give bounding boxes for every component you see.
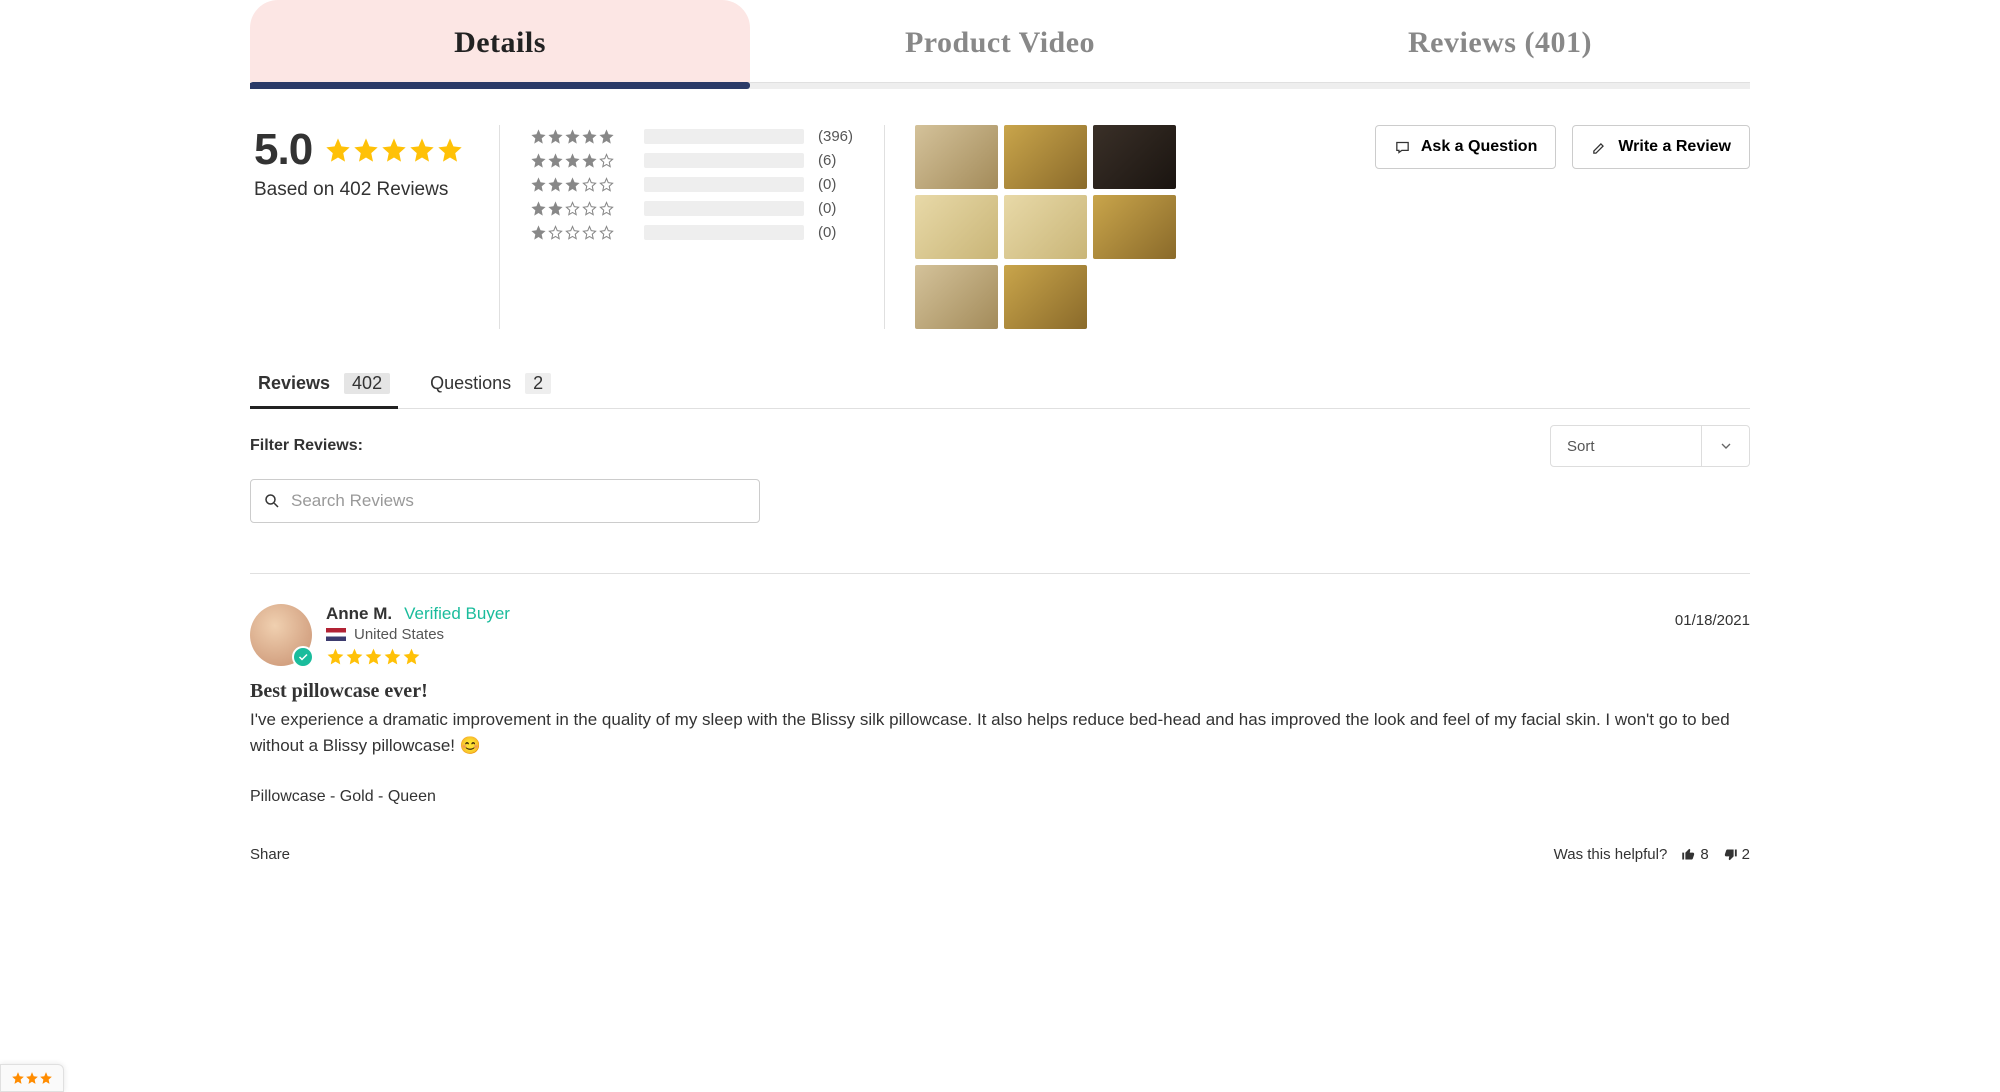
share-button[interactable]: Share [250,846,290,863]
review-photo[interactable] [1004,125,1087,189]
overall-rating: 5.0 [254,125,312,175]
filter-label: Filter Reviews: [250,437,363,455]
product-tabs: Details Product Video Reviews (401) [250,0,1750,83]
sort-dropdown[interactable]: Sort [1550,425,1750,467]
rating-row-3[interactable]: (0) [530,173,854,195]
star-icon [352,136,380,164]
rating-row-1[interactable]: (0) [530,221,854,243]
review-photo[interactable] [1004,265,1087,329]
search-icon [263,492,281,510]
rating-row-4[interactable]: (6) [530,149,854,171]
star-icon [436,136,464,164]
star-icon [408,136,436,164]
review-photo[interactable] [915,125,998,189]
edit-icon [1591,139,1608,156]
verified-buyer-label: Verified Buyer [404,604,510,624]
rating-distribution: (396) (6) (0) (0) [500,125,885,329]
star-icon [380,136,408,164]
ask-question-button[interactable]: Ask a Question [1375,125,1556,169]
search-input[interactable] [289,490,747,512]
rating-row-2[interactable]: (0) [530,197,854,219]
write-review-button[interactable]: Write a Review [1572,125,1750,169]
review-body: I've experience a dramatic improvement i… [250,707,1750,758]
overall-stars [324,136,464,164]
review-photos [885,125,1265,329]
helpful-label: Was this helpful? [1554,846,1668,863]
review-photo[interactable] [1004,195,1087,259]
review-product: Pillowcase - Gold - Queen [250,788,1750,806]
review-stars [326,647,1750,666]
star-icon [324,136,352,164]
review-summary: 5.0 Based on 402 Reviews (396) [250,89,1750,359]
review-date: 01/18/2021 [1675,612,1750,629]
thumb-down-icon [1723,847,1738,862]
review-photo[interactable] [1093,125,1176,189]
tab-details[interactable]: Details [250,0,750,82]
verified-badge-icon [292,646,314,668]
review-subtabs: Reviews 402 Questions 2 [250,359,1750,409]
vote-down-button[interactable]: 2 [1723,846,1750,863]
review-title: Best pillowcase ever! [250,680,1750,703]
review-photo[interactable] [1093,195,1176,259]
reviewer-name: Anne M. [326,604,392,624]
tab-reviews[interactable]: Reviews (401) [1250,0,1750,82]
subtab-reviews[interactable]: Reviews 402 [258,359,390,408]
flag-icon [326,628,346,641]
chat-icon [1394,139,1411,156]
tab-product-video[interactable]: Product Video [750,0,1250,82]
review-photo[interactable] [915,265,998,329]
vote-up-button[interactable]: 8 [1681,846,1708,863]
reviewer-country: United States [354,626,444,643]
search-reviews[interactable] [250,479,760,523]
review-count-text: Based on 402 Reviews [254,179,469,201]
reviews-widget-badge[interactable] [0,1064,64,1092]
thumb-up-icon [1681,847,1696,862]
review-photo[interactable] [915,195,998,259]
chevron-down-icon [1701,426,1749,466]
rating-row-5[interactable]: (396) [530,125,854,147]
review-item: Anne M. Verified Buyer United States 01/… [250,574,1750,863]
subtab-questions[interactable]: Questions 2 [430,359,551,408]
